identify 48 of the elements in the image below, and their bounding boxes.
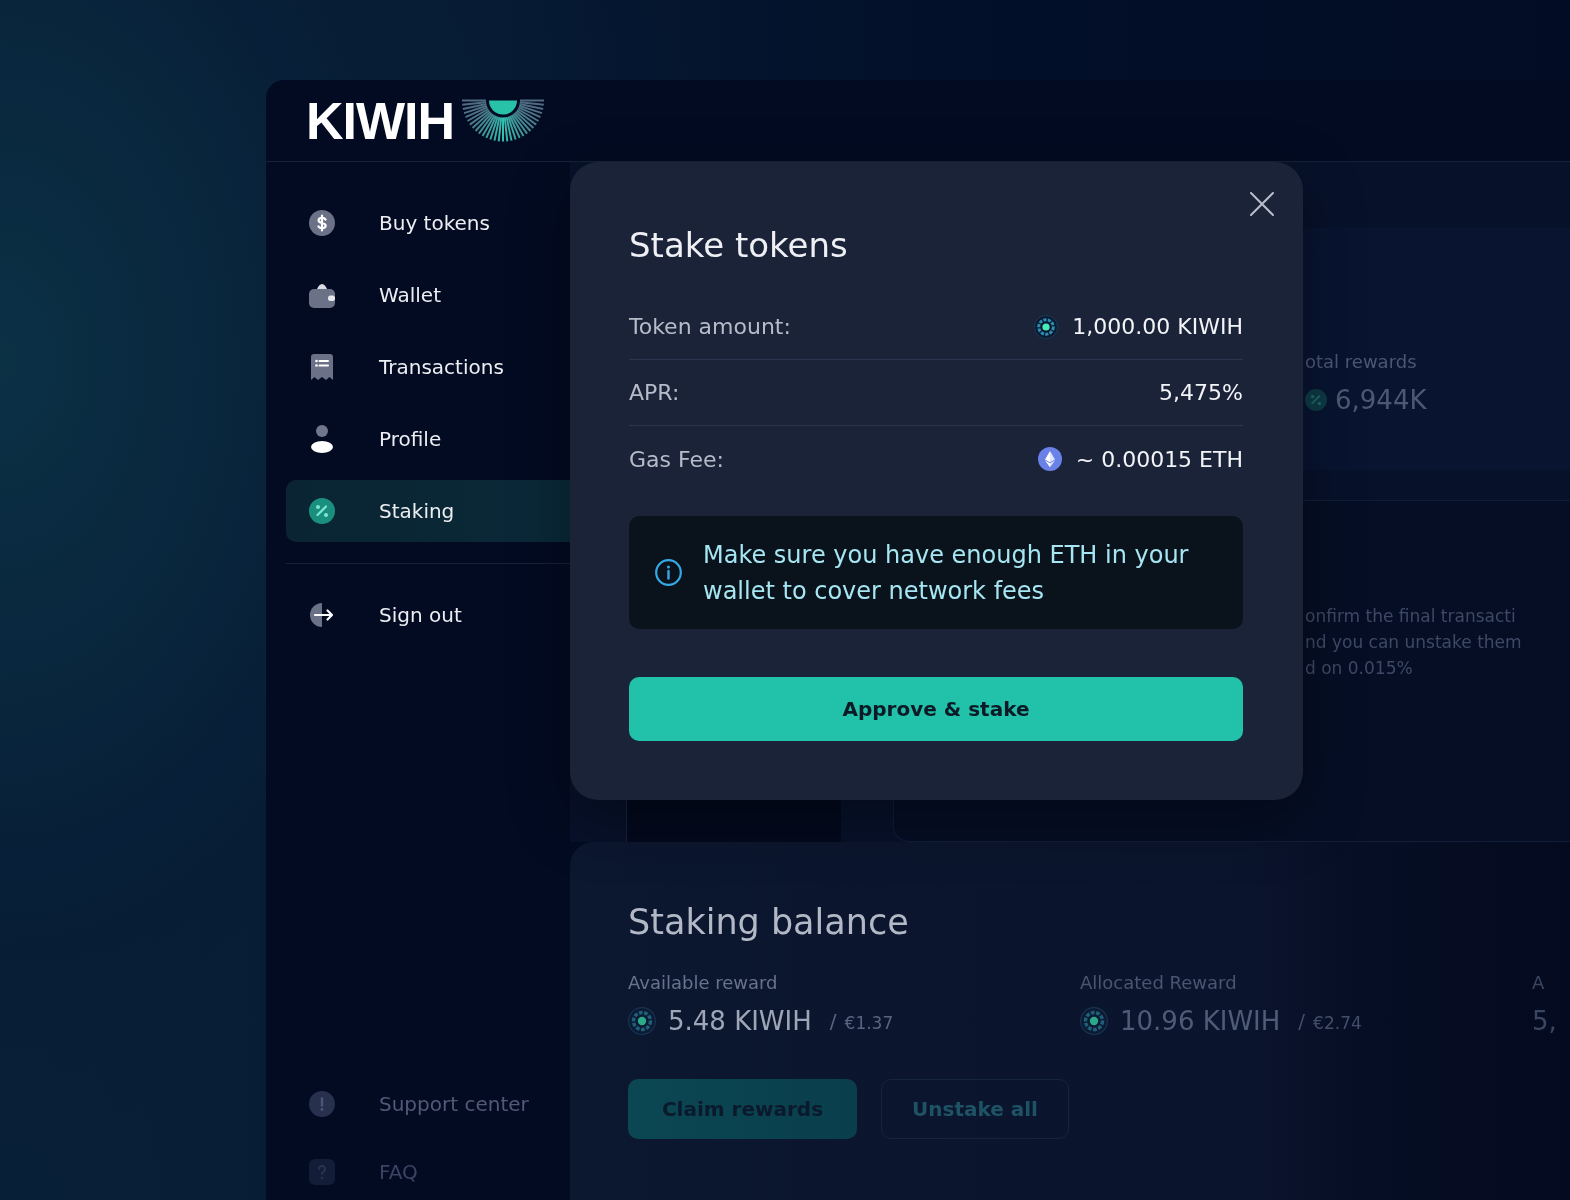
sidebar-item[interactable]: Transactions [286,336,570,398]
close-button[interactable] [1250,192,1274,216]
percent-icon [1305,389,1327,411]
sidebar-item[interactable]: Profile [286,408,570,470]
approve-button[interactable]: Approve & stake [629,677,1243,741]
coin-icon [1080,1007,1108,1035]
reward-label: Available reward [628,971,779,995]
logout-icon [309,602,335,628]
row-value: 1,000.00 KIWIH [1072,314,1243,339]
help-icon [309,1159,335,1185]
wallet-icon [309,282,335,308]
receipt-icon [311,354,333,380]
row-label: APR: [629,380,680,405]
coin-icon [628,1007,656,1035]
logo-text: KIWIH [306,94,455,147]
reward-amount: 5, [1532,1005,1557,1038]
alert-icon [309,1091,335,1117]
sidebar-item[interactable]: Buy tokens [286,192,570,254]
close-icon [1250,192,1274,216]
sunburst-icon [461,98,546,143]
percent-icon [309,498,335,524]
sidebar-item[interactable]: Wallet [286,264,570,326]
person-icon [311,425,333,453]
row-value: 5,475% [1159,380,1243,405]
sidebar-item[interactable]: Staking [286,480,570,542]
separator-text: / [829,1008,837,1035]
modal-title: Stake tokens [629,224,848,267]
notice-text: Make sure you have enough ETH in your wallet to cover network fees [703,539,1190,607]
reward-label: A [1532,971,1546,995]
dollar-icon [309,210,335,236]
sign-out-item[interactable]: Sign out [286,584,570,646]
reward-amount: 5.48 KIWIH [668,1005,812,1038]
note-text: onfirm the final transacti [1305,605,1516,628]
coin-icon [1034,314,1059,339]
note-text: nd you can unstake them [1305,631,1522,654]
row-label: Gas Fee: [629,446,724,472]
info-icon [655,559,682,586]
stat-value: 6,944K [1335,384,1427,417]
reward-amount: 10.96 KIWIH [1120,1005,1281,1038]
separator-text: / [1298,1008,1306,1035]
row-label: Token amount: [629,314,791,339]
section-title: Staking balance [628,902,910,942]
stat-label: otal rewards [1305,350,1418,374]
row-value: ~ 0.00015 ETH [1075,446,1243,472]
note-text: d on 0.015% [1305,657,1413,680]
reward-label: Allocated Reward [1080,971,1238,995]
fiat-amount: €2.74 [1313,1012,1362,1035]
fiat-amount: €1.37 [844,1012,894,1035]
